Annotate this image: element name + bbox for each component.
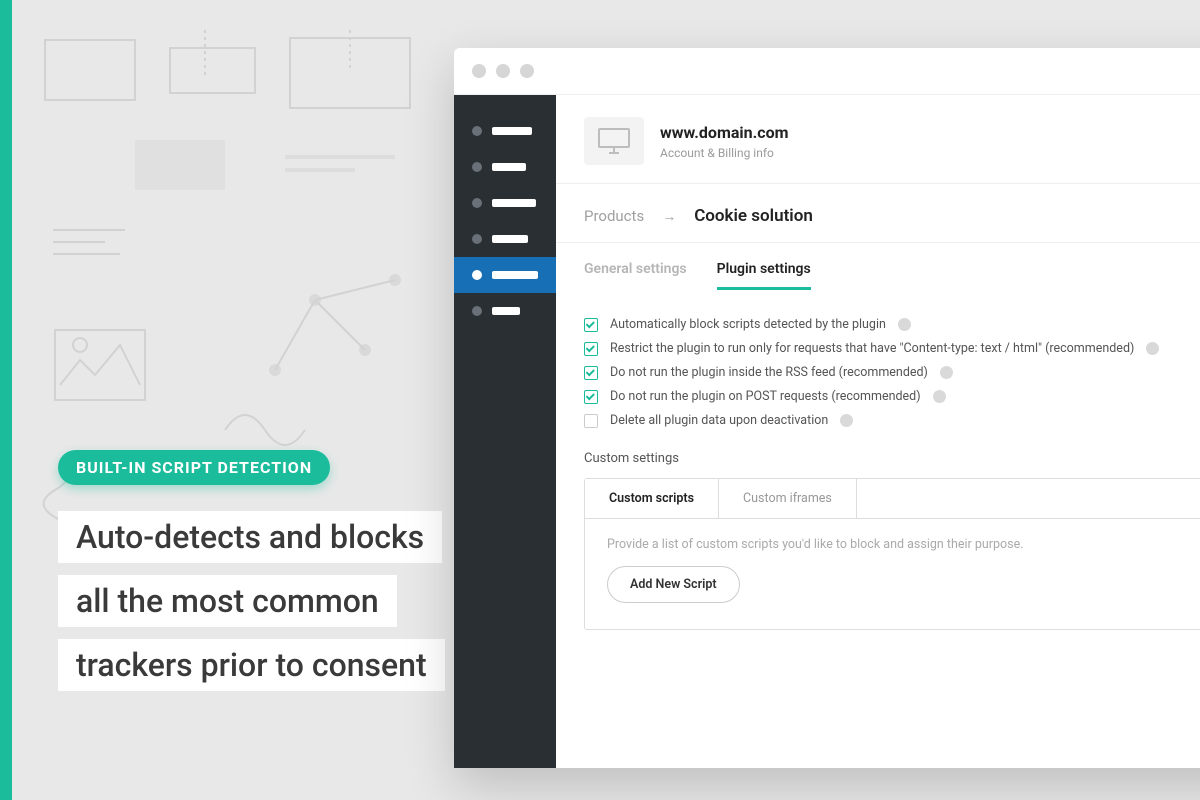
chevron-right-icon: →	[662, 208, 676, 225]
tab-custom-iframes[interactable]: Custom iframes	[719, 479, 857, 518]
option-label: Do not run the plugin inside the RSS fee…	[610, 365, 928, 380]
custom-scripts-note: Provide a list of custom scripts you'd l…	[607, 537, 1200, 552]
custom-settings-box: Custom scripts Custom iframes Provide a …	[584, 478, 1200, 630]
main-panel: www.domain.com Account & Billing info Yo…	[556, 95, 1200, 768]
sidebar-dot-icon	[472, 234, 482, 244]
tab-general-settings[interactable]: General settings	[584, 261, 687, 290]
headline-line: trackers prior to consent	[58, 639, 445, 691]
option-row: Do not run the plugin inside the RSS fee…	[584, 365, 1200, 380]
feature-pill: BUILT-IN SCRIPT DETECTION	[58, 450, 330, 485]
checkbox[interactable]	[584, 390, 598, 404]
sidebar-item[interactable]	[454, 221, 556, 257]
site-header: www.domain.com Account & Billing info Yo…	[556, 95, 1200, 184]
help-icon[interactable]	[898, 318, 911, 331]
checkbox[interactable]	[584, 414, 598, 428]
check-icon	[586, 343, 595, 352]
settings-tabs: General settings Plugin settings	[556, 243, 1200, 290]
site-domain: www.domain.com	[660, 123, 788, 142]
traffic-light-dot[interactable]	[520, 64, 534, 78]
help-icon[interactable]	[933, 390, 946, 403]
sidebar-dot-icon	[472, 270, 482, 280]
window-titlebar	[454, 48, 1200, 94]
sidebar-item-placeholder	[492, 235, 528, 243]
site-subtitle[interactable]: Account & Billing info	[660, 146, 788, 160]
monitor-icon	[584, 117, 644, 165]
option-row: Delete all plugin data upon deactivation	[584, 413, 1200, 428]
option-row: Do not run the plugin on POST requests (…	[584, 389, 1200, 404]
sidebar-item[interactable]	[454, 149, 556, 185]
headline-line: all the most common	[58, 575, 397, 627]
traffic-light-dot[interactable]	[496, 64, 510, 78]
option-row: Restrict the plugin to run only for requ…	[584, 341, 1200, 356]
help-icon[interactable]	[1146, 342, 1159, 355]
headline-line: Auto-detects and blocks	[58, 511, 442, 563]
sidebar-item[interactable]	[454, 257, 556, 293]
sidebar-item[interactable]	[454, 185, 556, 221]
option-label: Restrict the plugin to run only for requ…	[610, 341, 1134, 356]
tab-custom-scripts[interactable]: Custom scripts	[585, 479, 719, 518]
traffic-light-dot[interactable]	[472, 64, 486, 78]
sidebar-dot-icon	[472, 306, 482, 316]
breadcrumb-root[interactable]: Products	[584, 207, 644, 225]
help-icon[interactable]	[840, 414, 853, 427]
plugin-options: Automatically block scripts detected by …	[556, 290, 1200, 445]
accent-bar	[0, 0, 12, 800]
check-icon	[586, 319, 595, 328]
sidebar-item-placeholder	[492, 271, 538, 279]
sidebar-item-placeholder	[492, 163, 526, 171]
checkbox[interactable]	[584, 366, 598, 380]
sidebar	[454, 95, 556, 768]
check-icon	[586, 367, 595, 376]
sidebar-item-placeholder	[492, 199, 536, 207]
option-label: Automatically block scripts detected by …	[610, 317, 886, 332]
help-icon[interactable]	[940, 366, 953, 379]
tab-plugin-settings[interactable]: Plugin settings	[717, 261, 811, 290]
breadcrumb: Products → Cookie solution	[556, 184, 1200, 243]
sidebar-dot-icon	[472, 126, 482, 136]
sidebar-item[interactable]	[454, 293, 556, 329]
option-label: Do not run the plugin on POST requests (…	[610, 389, 921, 404]
option-label: Delete all plugin data upon deactivation	[610, 413, 828, 428]
checkbox[interactable]	[584, 318, 598, 332]
custom-tabs: Custom scripts Custom iframes	[585, 479, 1200, 519]
sidebar-dot-icon	[472, 162, 482, 172]
app-window: www.domain.com Account & Billing info Yo…	[454, 48, 1200, 768]
checkbox[interactable]	[584, 342, 598, 356]
headline: Auto-detects and blocks all the most com…	[58, 511, 445, 703]
option-row: Automatically block scripts detected by …	[584, 317, 1200, 332]
custom-settings-label: Custom settings	[556, 445, 1200, 474]
check-icon	[586, 391, 595, 400]
sidebar-dot-icon	[472, 198, 482, 208]
sidebar-item[interactable]	[454, 113, 556, 149]
marketing-overlay: BUILT-IN SCRIPT DETECTION Auto-detects a…	[58, 450, 445, 703]
sidebar-item-placeholder	[492, 127, 532, 135]
breadcrumb-current: Cookie solution	[694, 206, 813, 226]
sidebar-item-placeholder	[492, 307, 520, 315]
add-new-script-button[interactable]: Add New Script	[607, 566, 740, 603]
